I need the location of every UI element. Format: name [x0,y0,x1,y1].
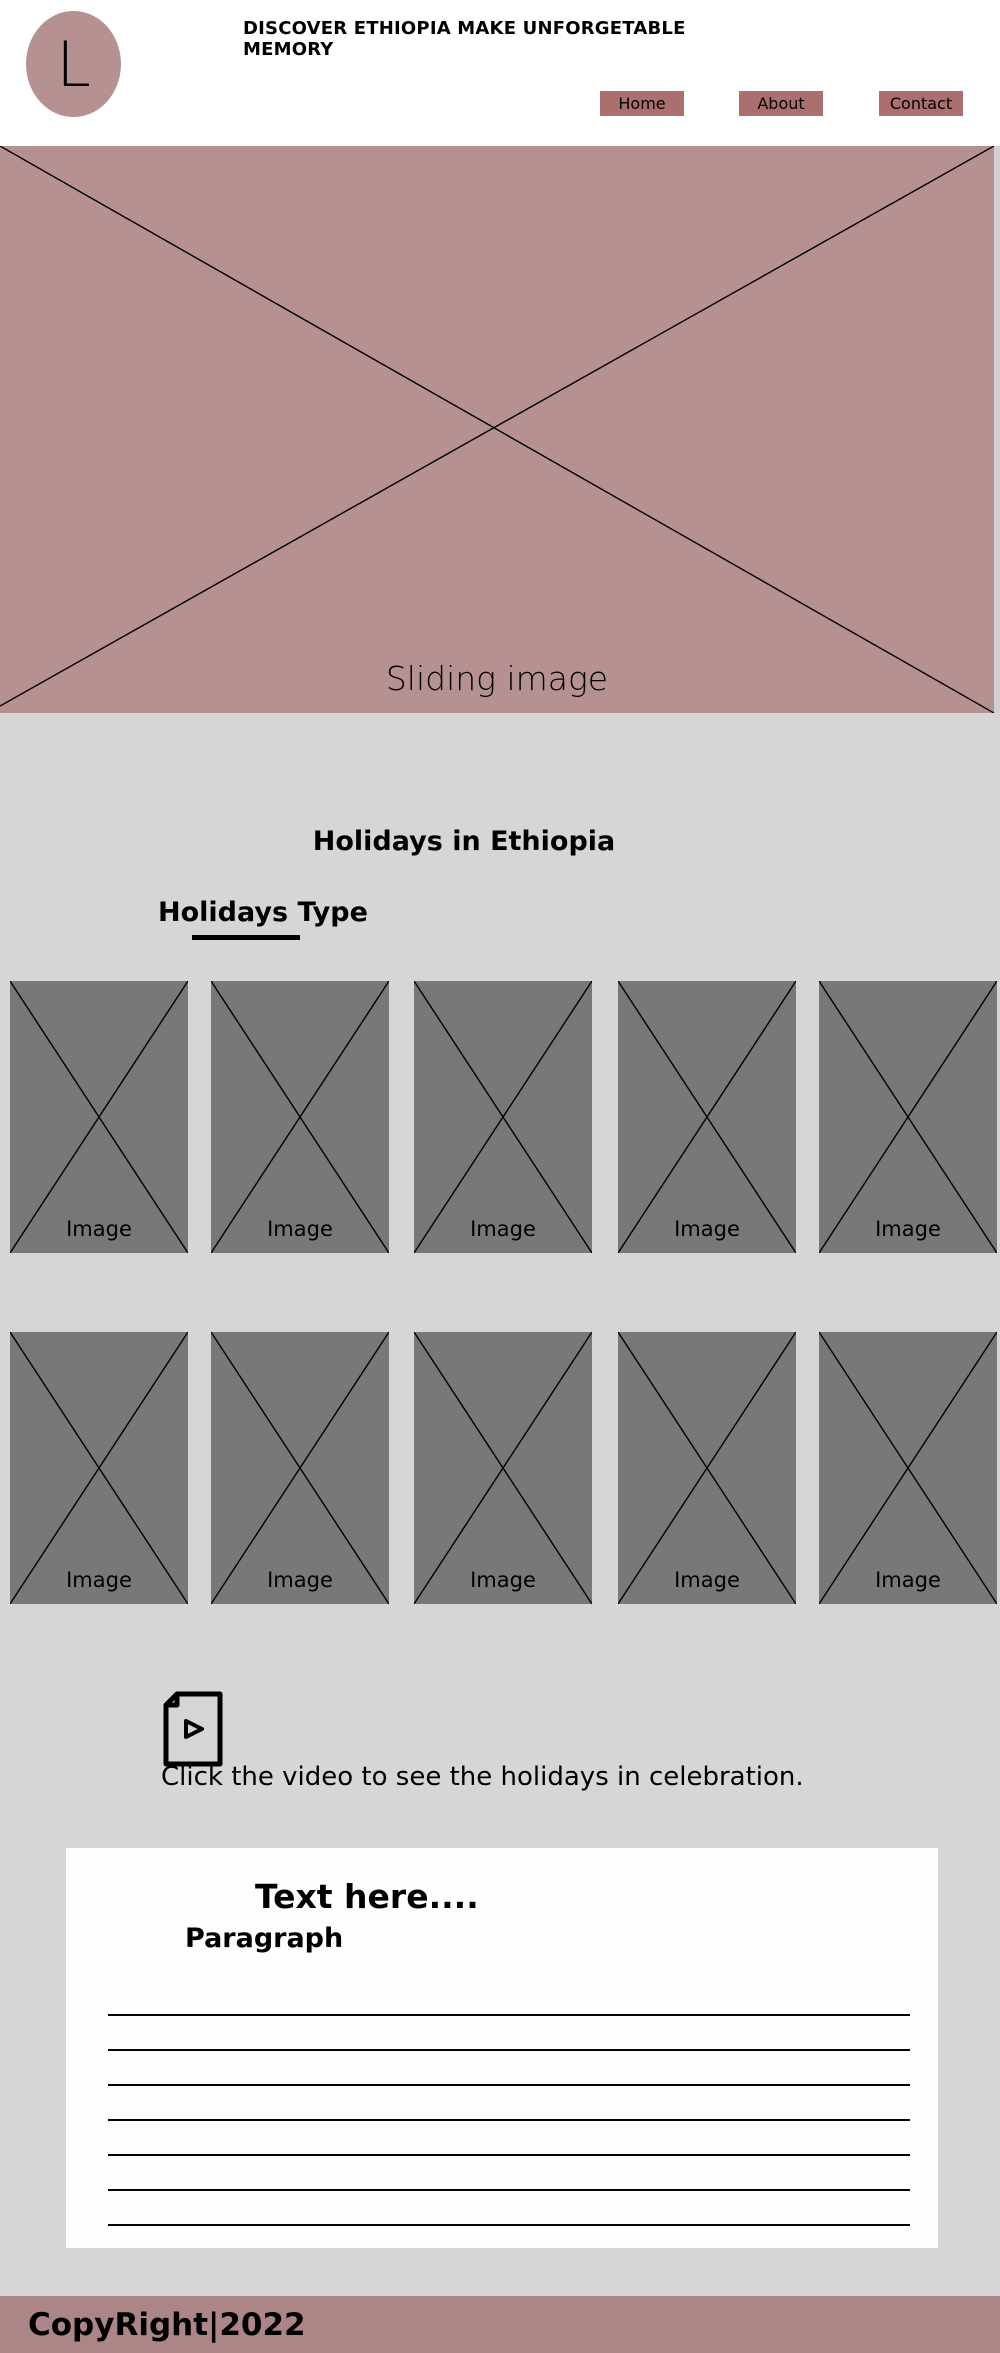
image-placeholder-cross [10,981,188,1253]
site-header: L DISCOVER ETHIOPIA MAKE UNFORGETABLE ME… [0,0,1000,146]
paragraph-line [108,2084,910,2086]
image-label: Image [674,1217,740,1241]
image-placeholder-cross [819,1332,997,1604]
image-label: Image [66,1217,132,1241]
image-label: Image [267,1217,333,1241]
holiday-image-card[interactable]: Image [819,981,997,1253]
holiday-image-card[interactable]: Image [414,981,592,1253]
copyright-text: CopyRight|2022 [28,2307,306,2343]
text-panel: Text here.... Paragraph [66,1848,938,2248]
image-placeholder-cross [819,981,997,1253]
image-placeholder-cross [211,1332,389,1604]
footer: CopyRight|2022 [0,2296,1000,2353]
paragraph-line [108,2119,910,2121]
image-label: Image [470,1568,536,1592]
logo[interactable]: L [26,11,121,117]
holidays-type-heading: Holidays Type [158,897,368,928]
video-file-icon[interactable] [161,1691,225,1767]
section-title: Holidays in Ethiopia [312,826,616,857]
paragraph-line [108,2049,910,2051]
paragraph-line [108,2014,910,2016]
nav-contact-button[interactable]: Contact [879,91,963,116]
holiday-image-card[interactable]: Image [618,1332,796,1604]
holiday-image-card[interactable]: Image [10,981,188,1253]
logo-letter: L [56,27,91,101]
scrollbar[interactable] [994,146,1000,713]
paragraph-line [108,2224,910,2226]
image-placeholder-cross [618,981,796,1253]
panel-subheading: Paragraph [185,1923,344,1954]
nav-about-button[interactable]: About [739,91,823,116]
image-placeholder-cross [0,146,994,713]
image-placeholder-cross [618,1332,796,1604]
heading-underline [192,935,300,940]
image-placeholder-cross [10,1332,188,1604]
holiday-image-card[interactable]: Image [618,981,796,1253]
nav-home-button[interactable]: Home [600,91,684,116]
image-placeholder-cross [414,981,592,1253]
main-section: Holidays in Ethiopia Holidays Type Image… [0,713,1000,2296]
paragraph-line [108,2154,910,2156]
image-label: Image [875,1568,941,1592]
holiday-image-card[interactable]: Image [819,1332,997,1604]
image-label: Image [875,1217,941,1241]
image-placeholder-cross [211,981,389,1253]
image-label: Image [267,1568,333,1592]
site-title: DISCOVER ETHIOPIA MAKE UNFORGETABLE MEMO… [243,18,686,60]
image-label: Image [470,1217,536,1241]
holiday-image-card[interactable]: Image [10,1332,188,1604]
panel-heading: Text here.... [255,1877,479,1916]
holiday-image-card[interactable]: Image [211,1332,389,1604]
image-label: Image [66,1568,132,1592]
holiday-image-card[interactable]: Image [211,981,389,1253]
holiday-image-card[interactable]: Image [414,1332,592,1604]
paragraph-line [108,2189,910,2191]
hero-slider[interactable]: Sliding image [0,146,994,713]
hero-caption: Sliding image [385,659,609,698]
video-caption[interactable]: Click the video to see the holidays in c… [161,1762,804,1792]
image-placeholder-cross [414,1332,592,1604]
image-label: Image [674,1568,740,1592]
